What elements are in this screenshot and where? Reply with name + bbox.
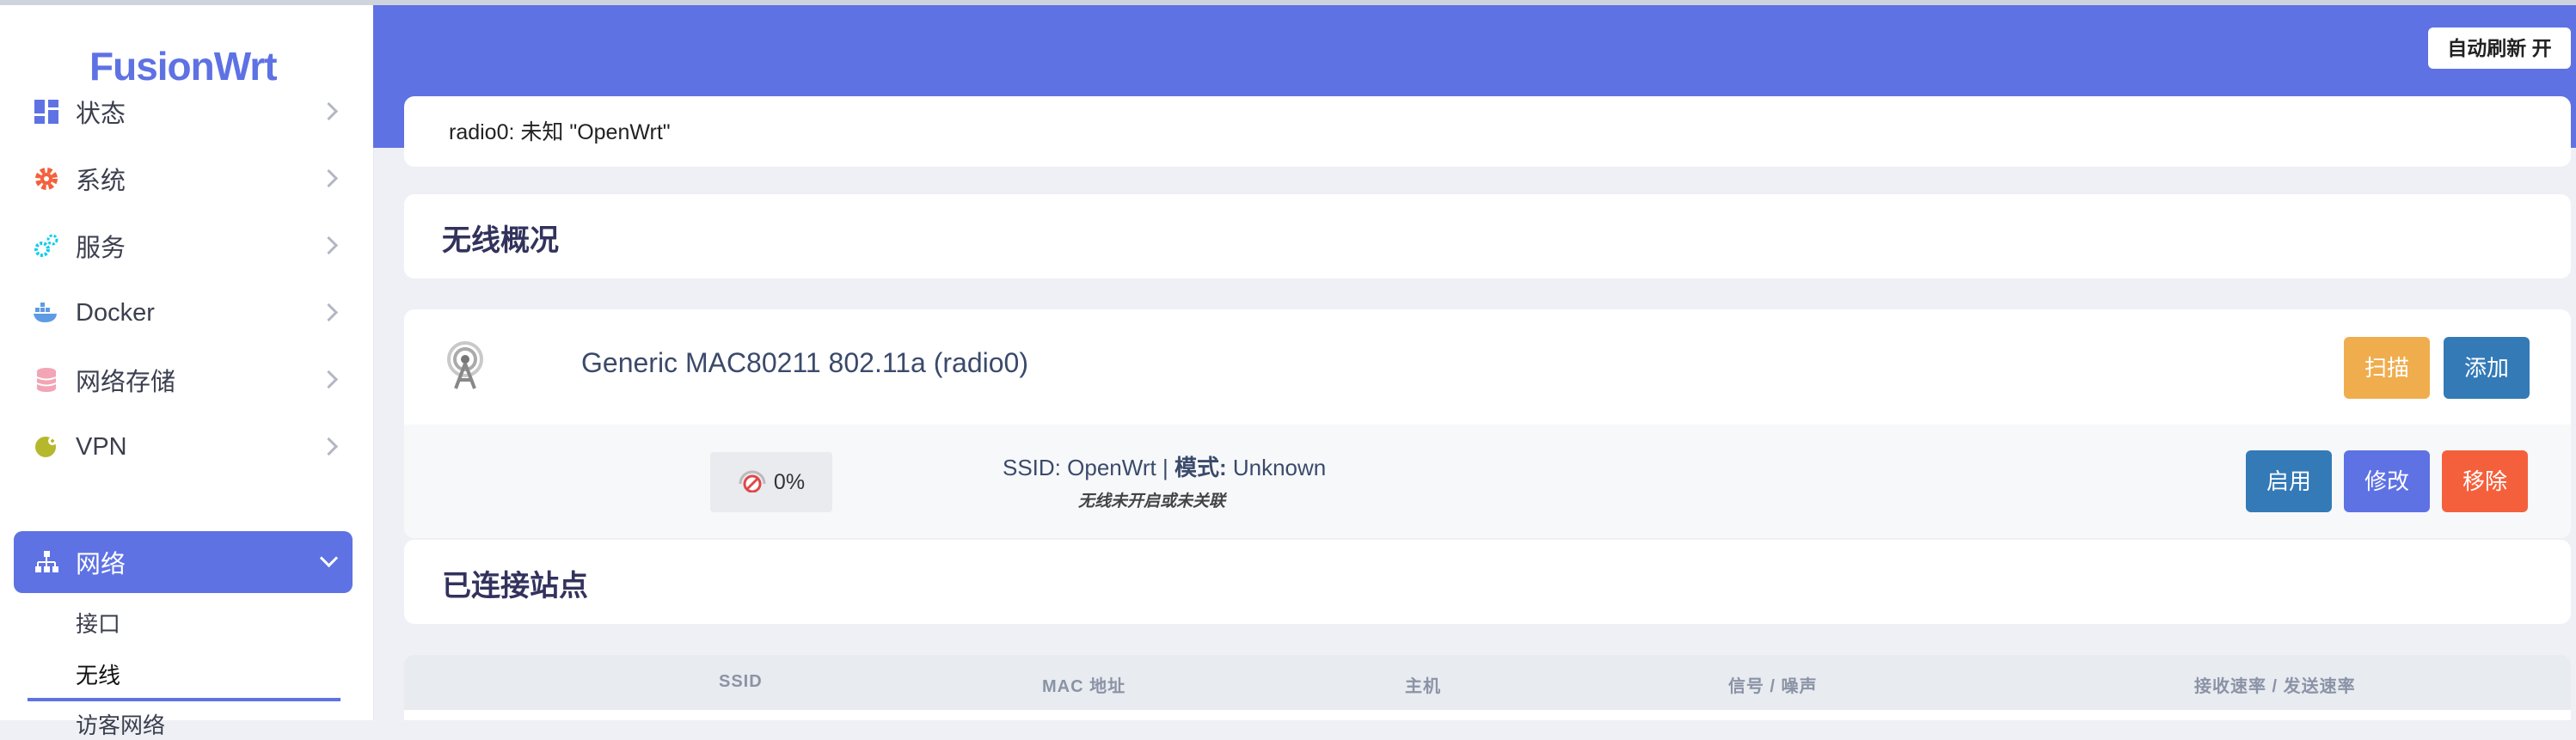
- sidebar-item-label: 网络: [76, 551, 126, 578]
- gears-icon: [33, 232, 60, 260]
- ssid-mode-line: SSID: OpenWrt | 模式: Unknown: [1003, 450, 1326, 482]
- sidebar-item-docker[interactable]: Docker: [14, 282, 353, 344]
- radio-status-text: radio0: 未知 "OpenWrt": [449, 120, 671, 144]
- sidebar-item-label: 系统: [76, 168, 126, 195]
- wireless-antenna-icon: [439, 339, 492, 396]
- ssid-label: SSID:: [1003, 455, 1061, 480]
- column-header: 信号 / 噪声: [1728, 677, 1818, 696]
- mode-label: 模式:: [1174, 455, 1227, 480]
- chevron-right-icon: [319, 370, 339, 389]
- column-header: 接收速率 / 发送速率: [2194, 677, 2356, 696]
- signal-badge: 0%: [710, 452, 832, 512]
- stations-table-body: [404, 710, 2571, 720]
- sidebar-item-label: 网络存储: [76, 369, 176, 396]
- chevron-right-icon: [319, 168, 339, 188]
- section-title: 无线概况: [442, 224, 559, 257]
- column-header: 主机: [1405, 677, 1441, 696]
- mode-value: Unknown: [1232, 455, 1327, 480]
- ssid-value: OpenWrt: [1067, 455, 1156, 480]
- status-card: radio0: 未知 "OpenWrt": [404, 96, 2571, 167]
- chevron-right-icon: [319, 303, 339, 322]
- sidebar-item-vpn[interactable]: VPN: [14, 416, 353, 478]
- chevron-down-icon: [319, 548, 339, 568]
- auto-refresh-button[interactable]: 自动刷新 开: [2428, 28, 2571, 69]
- association-note: 无线未开启或未关联: [1078, 492, 1226, 511]
- sidebar-item-services[interactable]: 服务: [14, 215, 353, 277]
- radio-device-name: Generic MAC80211 802.11a (radio0): [581, 347, 1028, 378]
- network-icon: [33, 548, 60, 576]
- separator: |: [1162, 455, 1168, 480]
- wireless-overview-header: 无线概况: [404, 194, 2571, 278]
- enable-button[interactable]: 启用: [2246, 450, 2332, 512]
- sidebar-item-nas[interactable]: 网络存储: [14, 349, 353, 411]
- vpn-icon: [33, 433, 60, 461]
- remove-button[interactable]: 移除: [2442, 450, 2528, 512]
- sidebar-subitem-interfaces[interactable]: 接口: [76, 607, 120, 639]
- section-title: 已连接站点: [442, 570, 588, 602]
- sidebar-item-label: Docker: [76, 298, 155, 327]
- sidebar-item-system[interactable]: 系统: [14, 148, 353, 210]
- column-header: MAC 地址: [1042, 677, 1126, 696]
- active-indicator: [28, 698, 340, 701]
- add-button[interactable]: 添加: [2444, 337, 2530, 399]
- radio-device-row: Generic MAC80211 802.11a (radio0) 扫描 添加: [404, 309, 2571, 425]
- sidebar-item-label: 状态: [76, 101, 126, 128]
- dashboard-icon: [33, 98, 60, 125]
- chevron-right-icon: [319, 101, 339, 121]
- sidebar-item-label: VPN: [76, 432, 127, 461]
- sidebar-item-label: 服务: [76, 235, 126, 262]
- signal-percent: 0%: [773, 469, 806, 494]
- edit-button[interactable]: 修改: [2344, 450, 2430, 512]
- column-header: SSID: [719, 672, 763, 691]
- chevron-right-icon: [319, 437, 339, 456]
- signal-disabled-icon: [738, 467, 767, 498]
- stations-table-header: SSID MAC 地址 主机 信号 / 噪声 接收速率 / 发送速率: [404, 655, 2571, 710]
- sidebar-item-status[interactable]: 状态: [14, 81, 353, 143]
- wireless-network-row: 0% SSID: OpenWrt | 模式: Unknown 无线未开启或未关联…: [404, 425, 2571, 538]
- docker-icon: [33, 299, 60, 327]
- chevron-right-icon: [319, 235, 339, 255]
- radio-card: Generic MAC80211 802.11a (radio0) 扫描 添加 …: [404, 309, 2571, 538]
- gear-icon: [33, 165, 60, 193]
- database-icon: [33, 366, 60, 394]
- sidebar-subitem-wireless[interactable]: 无线: [76, 658, 120, 690]
- sidebar-subitem-guest-network[interactable]: 访客网络: [76, 708, 165, 740]
- sidebar: FusionWrt 状态 系统 服务 Docker 网络存储 VPN 网络 接口…: [0, 5, 374, 738]
- sidebar-item-network[interactable]: 网络: [14, 531, 353, 593]
- stations-header: 已连接站点: [404, 540, 2571, 624]
- scan-button[interactable]: 扫描: [2344, 337, 2430, 399]
